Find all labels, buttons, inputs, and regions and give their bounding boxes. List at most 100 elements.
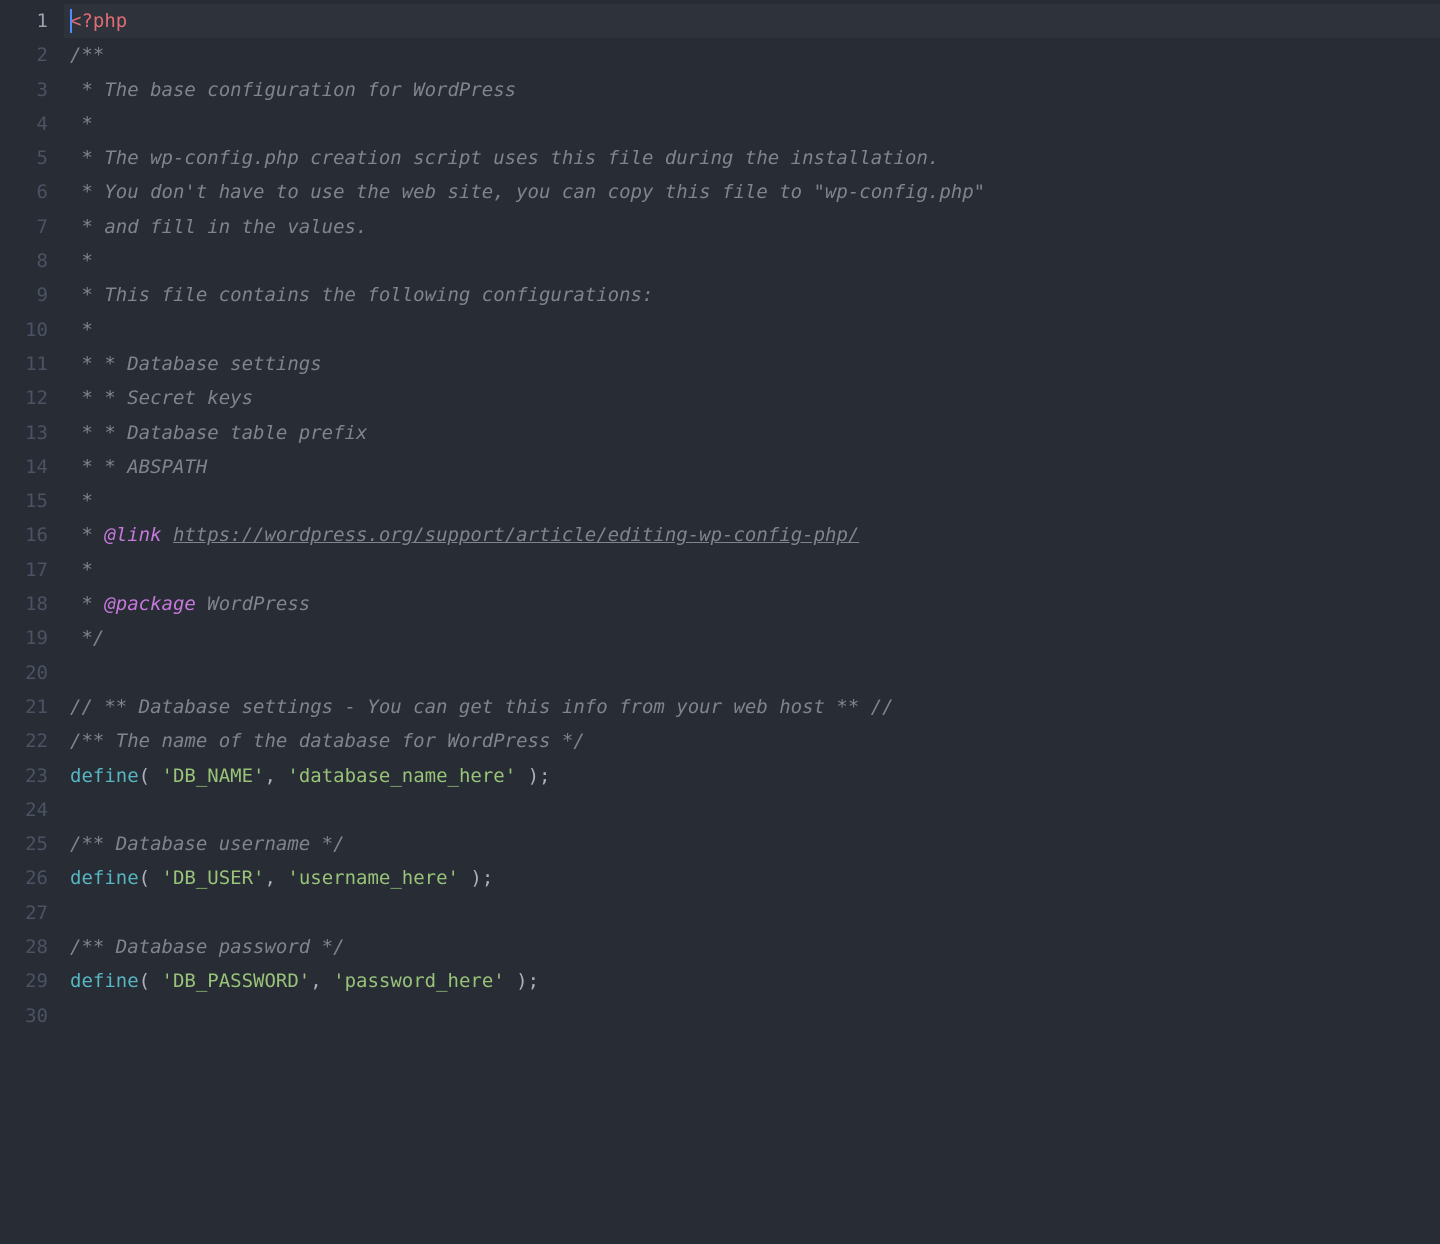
line-number: 25 — [0, 827, 48, 861]
code-line[interactable]: * The base configuration for WordPress — [64, 73, 1440, 107]
code-line[interactable]: * * Secret keys — [64, 381, 1440, 415]
code-line[interactable]: * — [64, 244, 1440, 278]
code-line[interactable]: * * Database table prefix — [64, 416, 1440, 450]
code-token — [162, 524, 173, 546]
code-line[interactable] — [64, 999, 1440, 1033]
line-number: 21 — [0, 690, 48, 724]
code-line[interactable]: * * Database settings — [64, 347, 1440, 381]
line-number: 1 — [0, 4, 48, 38]
code-line[interactable]: define( 'DB_PASSWORD', 'password_here' )… — [64, 964, 1440, 998]
code-token: * This file contains the following confi… — [70, 284, 653, 306]
code-line[interactable]: */ — [64, 621, 1440, 655]
code-token: * and fill in the values. — [70, 216, 367, 238]
line-number: 5 — [0, 141, 48, 175]
code-token: * — [70, 593, 104, 615]
line-number: 29 — [0, 964, 48, 998]
code-token: * You don't have to use the web site, yo… — [70, 181, 985, 203]
code-token: https://wordpress.org/support/article/ed… — [173, 524, 859, 546]
code-token: * * Database settings — [70, 353, 322, 375]
line-number: 2 — [0, 38, 48, 72]
code-token: * — [70, 490, 93, 512]
line-number: 18 — [0, 587, 48, 621]
code-line[interactable]: * — [64, 313, 1440, 347]
code-token: /** — [70, 44, 104, 66]
line-number: 7 — [0, 210, 48, 244]
code-line[interactable]: * * ABSPATH — [64, 450, 1440, 484]
code-token: , — [310, 970, 333, 992]
code-line[interactable] — [64, 793, 1440, 827]
code-token: @package — [104, 593, 196, 615]
code-token: * — [70, 524, 104, 546]
line-number: 13 — [0, 416, 48, 450]
line-number: 12 — [0, 381, 48, 415]
line-number: 24 — [0, 793, 48, 827]
code-token: /** Database password */ — [70, 936, 345, 958]
code-line[interactable]: define( 'DB_NAME', 'database_name_here' … — [64, 759, 1440, 793]
code-token: ); — [505, 970, 539, 992]
line-number: 30 — [0, 999, 48, 1033]
code-editor[interactable]: 1234567891011121314151617181920212223242… — [0, 0, 1440, 1244]
code-line[interactable]: * @package WordPress — [64, 587, 1440, 621]
code-line[interactable]: /** — [64, 38, 1440, 72]
text-cursor — [70, 9, 72, 33]
line-number: 27 — [0, 896, 48, 930]
code-token: 'DB_USER' — [162, 867, 265, 889]
line-number: 17 — [0, 553, 48, 587]
code-line[interactable]: /** Database password */ — [64, 930, 1440, 964]
code-line[interactable] — [64, 896, 1440, 930]
code-line[interactable]: // ** Database settings - You can get th… — [64, 690, 1440, 724]
line-number: 16 — [0, 518, 48, 552]
code-line[interactable]: <?php — [64, 4, 1440, 38]
code-token: 'password_here' — [333, 970, 505, 992]
line-number-gutter: 1234567891011121314151617181920212223242… — [0, 0, 64, 1244]
code-line[interactable]: * This file contains the following confi… — [64, 278, 1440, 312]
code-token: 'DB_PASSWORD' — [162, 970, 311, 992]
code-token: * The wp-config.php creation script uses… — [70, 147, 939, 169]
code-line[interactable]: * — [64, 553, 1440, 587]
line-number: 28 — [0, 930, 48, 964]
code-line[interactable]: * @link https://wordpress.org/support/ar… — [64, 518, 1440, 552]
code-line[interactable]: /** Database username */ — [64, 827, 1440, 861]
code-token: @link — [104, 524, 161, 546]
code-token: * * Database table prefix — [70, 422, 367, 444]
code-token: // ** Database settings - You can get th… — [70, 696, 894, 718]
code-token: ( — [139, 765, 162, 787]
line-number: 8 — [0, 244, 48, 278]
line-number: 10 — [0, 313, 48, 347]
code-token: , — [264, 867, 287, 889]
code-line[interactable]: * — [64, 484, 1440, 518]
code-line[interactable]: /** The name of the database for WordPre… — [64, 724, 1440, 758]
line-number: 15 — [0, 484, 48, 518]
code-token: define — [70, 970, 139, 992]
code-token: 'username_here' — [287, 867, 459, 889]
code-token: * — [70, 113, 93, 135]
code-content-area[interactable]: <?php /** * The base configuration for Wo… — [64, 0, 1440, 1244]
code-line[interactable]: * — [64, 107, 1440, 141]
code-token: define — [70, 765, 139, 787]
code-token: , — [264, 765, 287, 787]
code-line[interactable]: * You don't have to use the web site, yo… — [64, 175, 1440, 209]
code-token: WordPress — [196, 593, 310, 615]
code-token: /** The name of the database for WordPre… — [70, 730, 585, 752]
code-line[interactable] — [64, 656, 1440, 690]
code-token: * — [70, 559, 93, 581]
code-token: <?php — [70, 10, 127, 32]
line-number: 20 — [0, 656, 48, 690]
code-line[interactable]: * and fill in the values. — [64, 210, 1440, 244]
code-token: ); — [516, 765, 550, 787]
code-token: ( — [139, 970, 162, 992]
code-line[interactable]: define( 'DB_USER', 'username_here' ); — [64, 861, 1440, 895]
line-number: 23 — [0, 759, 48, 793]
line-number: 26 — [0, 861, 48, 895]
code-token: * * Secret keys — [70, 387, 253, 409]
code-token: */ — [70, 627, 104, 649]
code-token: ); — [459, 867, 493, 889]
line-number: 11 — [0, 347, 48, 381]
code-line[interactable]: * The wp-config.php creation script uses… — [64, 141, 1440, 175]
line-number: 6 — [0, 175, 48, 209]
code-token: * The base configuration for WordPress — [70, 79, 516, 101]
line-number: 4 — [0, 107, 48, 141]
code-token: define — [70, 867, 139, 889]
line-number: 3 — [0, 73, 48, 107]
code-token: ( — [139, 867, 162, 889]
